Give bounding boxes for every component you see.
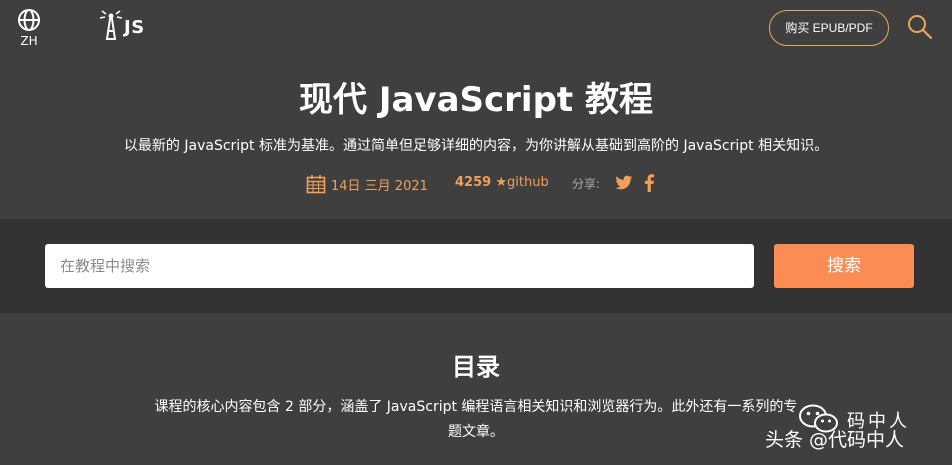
buy-epub-pdf-button[interactable]: 购买 EPUB/PDF [769,10,889,46]
twitter-icon[interactable] [615,175,633,191]
toc-title: 目录 [452,353,500,381]
language-label: ZH [20,34,38,48]
watermark-source: 头条 @代码中人 [765,429,905,451]
github-stars: 4259 ★ [455,175,507,190]
github-link[interactable]: github [507,175,549,190]
publish-date: 14日 三月 2021 [331,179,428,194]
star-symbol: ★ [495,175,507,190]
share-label: 分享: [572,177,601,191]
facebook-icon[interactable] [643,174,655,192]
site-logo[interactable]: JS [98,9,150,41]
globe-icon [18,9,40,31]
toc-description: 课程的核心内容包含 2 部分，涵盖了 JavaScript 编程语言相关知识和浏… [154,399,798,440]
page-title: 现代 JavaScript 教程 [298,80,654,120]
search-button[interactable]: 搜索 [774,244,914,288]
search-icon[interactable] [907,14,933,40]
language-switcher[interactable]: ZH [15,8,43,48]
tutorial-search-input[interactable] [45,244,754,288]
search-section: 搜索 [0,219,952,313]
star-count: 4259 [455,175,492,190]
calendar-icon [306,175,326,194]
lighthouse-icon [99,10,123,40]
page-subtitle: 以最新的 JavaScript 标准为基准。通过简单但足够详细的内容，为你讲解从… [123,138,829,154]
logo-text: JS [124,17,145,38]
hero-section: ZH JS 购买 EPUB/PDF 现代 JavaScript 教程 以最新的 … [0,0,952,219]
meta-row: 14日 三月 2021 4259 ★ github 分享: [0,172,952,194]
